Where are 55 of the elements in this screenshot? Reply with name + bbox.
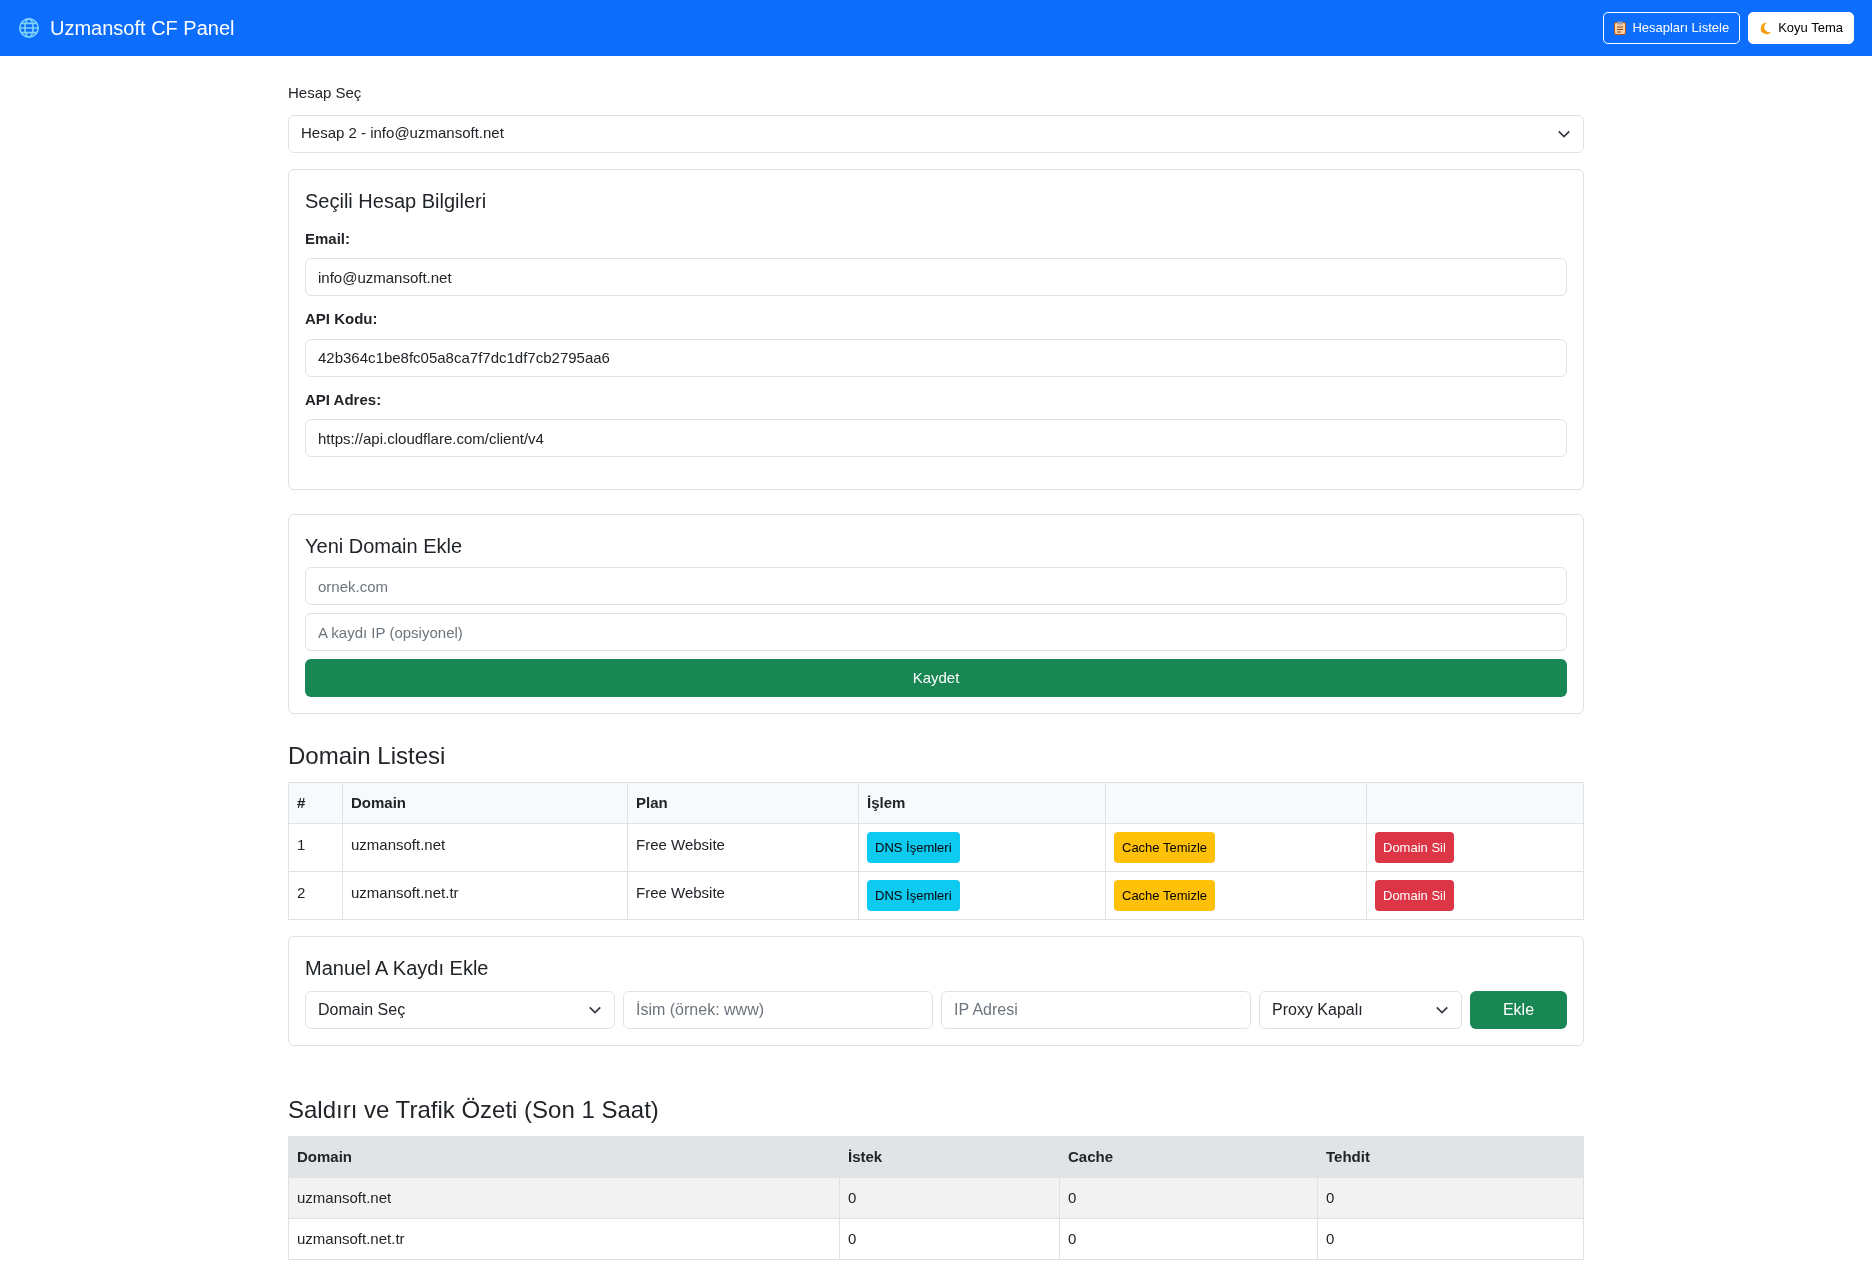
table-cell: uzmansoft.net: [297, 1188, 392, 1206]
card-title: Manuel A Kaydı Ekle: [305, 956, 490, 981]
ip-field[interactable]: IP Adresi: [941, 991, 1251, 1029]
clear-cache-button[interactable]: Cache Temizle: [1114, 880, 1216, 911]
column-header: Domain: [351, 793, 406, 811]
table-cell: 0: [1326, 1229, 1335, 1247]
text-field[interactable]: ornek.com: [305, 567, 1567, 605]
field-label: API Kodu:: [305, 309, 379, 329]
section-title: Saldırı ve Trafik Özeti (Son 1 Saat): [288, 1095, 660, 1125]
table-cell: 0: [848, 1188, 857, 1206]
list-accounts-button[interactable]: Hesapları Listele: [1603, 12, 1741, 44]
table-cell: 2: [297, 884, 306, 901]
dns-button[interactable]: DNS İşemleri: [867, 880, 960, 911]
text-field[interactable]: A kaydı IP (opsiyonel): [305, 613, 1567, 651]
column-header: Cache: [1068, 1147, 1114, 1165]
name-field[interactable]: İsim (örnek: www): [623, 991, 933, 1029]
account-select[interactable]: Hesap 2 - info@uzmansoft.net: [288, 114, 1584, 153]
globe-icon: [18, 17, 40, 39]
column-header: Tehdit: [1326, 1147, 1370, 1165]
proxy-select[interactable]: Proxy Kapalı: [1259, 991, 1462, 1029]
card-title: Seçili Hesap Bilgileri: [305, 188, 488, 214]
table-cell: 0: [848, 1229, 857, 1247]
text-field[interactable]: info@uzmansoft.net: [305, 258, 1567, 296]
delete-domain-button[interactable]: Domain Sil: [1375, 880, 1454, 911]
table-cell: 0: [1326, 1188, 1335, 1206]
table-cell: 0: [1068, 1229, 1077, 1247]
text-field[interactable]: 42b364c1be8fc05a8ca7f7dc1df7cb2795aa6: [305, 338, 1567, 377]
dark-theme-button[interactable]: Koyu Tema: [1748, 12, 1854, 44]
add-button[interactable]: Ekle: [1470, 991, 1567, 1029]
moon-icon: [1759, 21, 1773, 35]
text-field[interactable]: https://api.cloudflare.com/client/v4: [305, 419, 1567, 457]
dns-button[interactable]: DNS İşemleri: [867, 832, 960, 863]
clipboard-icon: [1614, 21, 1627, 35]
column-header: Domain: [297, 1147, 352, 1165]
field-label: API Adres:: [305, 389, 383, 410]
save-button[interactable]: Kaydet: [305, 659, 1567, 697]
column-header: Plan: [636, 793, 668, 811]
domain-select[interactable]: Domain Seç: [305, 991, 615, 1029]
section-title: Domain Listesi: [288, 741, 447, 771]
table-cell: uzmansoft.net.tr: [297, 1229, 405, 1247]
table-cell: 0: [1068, 1188, 1077, 1206]
clear-cache-button[interactable]: Cache Temizle: [1114, 832, 1216, 863]
column-header: #: [297, 793, 306, 811]
table-cell: Free Website: [636, 836, 725, 853]
field-label: Hesap Seç: [288, 83, 363, 103]
brand-title[interactable]: Uzmansoft CF Panel: [50, 13, 235, 43]
column-header: İşlem: [867, 793, 906, 811]
column-header: İstek: [848, 1147, 883, 1165]
table-cell: 1: [297, 836, 306, 853]
delete-domain-button[interactable]: Domain Sil: [1375, 832, 1454, 863]
table-cell: uzmansoft.net: [351, 836, 446, 853]
field-label: Email:: [305, 228, 351, 249]
card-title: Yeni Domain Ekle: [305, 534, 464, 559]
table-cell: uzmansoft.net.tr: [351, 884, 459, 901]
table-cell: Free Website: [636, 884, 725, 901]
